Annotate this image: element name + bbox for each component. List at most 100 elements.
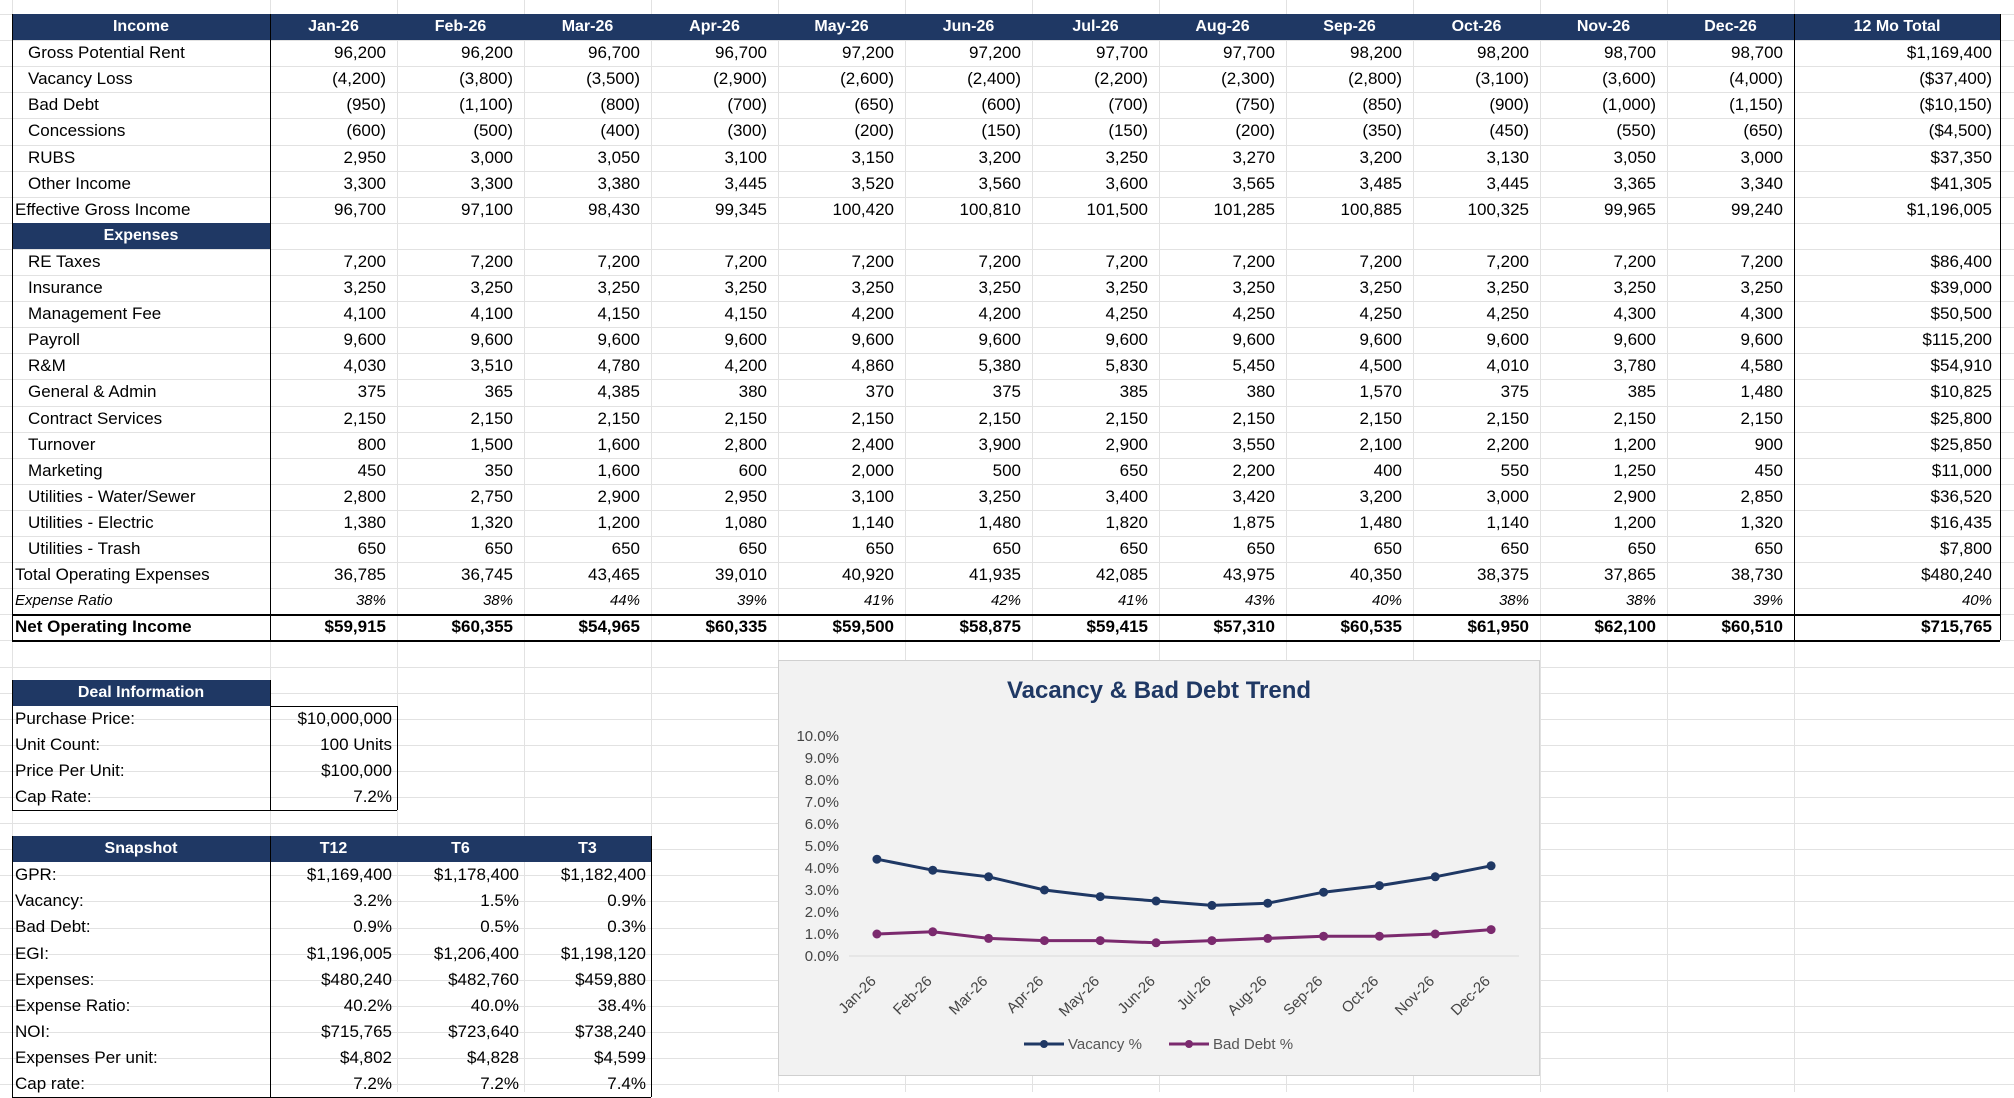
income-row-cell[interactable]: (200) — [1159, 118, 1286, 144]
income-row-cell[interactable]: 99,345 — [651, 197, 778, 223]
noi-row-cell[interactable]: $61,950 — [1413, 614, 1540, 640]
expense-ratio-row-total[interactable]: 40% — [1794, 588, 2000, 614]
expense-row-cell[interactable]: 1,320 — [397, 510, 524, 536]
expense-row-cell[interactable]: 1,500 — [397, 432, 524, 458]
expense-row-cell[interactable]: 2,750 — [397, 484, 524, 510]
expense-row-cell[interactable]: 650 — [1032, 458, 1159, 484]
income-row-cell[interactable]: (1,100) — [397, 92, 524, 118]
income-row-cell[interactable]: (950) — [270, 92, 397, 118]
income-row-cell[interactable]: 97,200 — [778, 40, 905, 66]
income-row-cell[interactable]: (150) — [905, 118, 1032, 144]
income-row-cell[interactable]: (850) — [1286, 92, 1413, 118]
expense-row-cell[interactable]: 9,600 — [1286, 327, 1413, 353]
income-row-cell[interactable]: (4,200) — [270, 66, 397, 92]
expense-row-cell[interactable]: 4,150 — [651, 301, 778, 327]
expense-row-cell[interactable]: 500 — [905, 458, 1032, 484]
expense-row-cell[interactable]: 1,140 — [778, 510, 905, 536]
expense-row-cell[interactable]: 43,975 — [1159, 562, 1286, 588]
expense-row-cell[interactable]: 3,250 — [1540, 275, 1667, 301]
expense-row-cell[interactable]: 1,200 — [1540, 432, 1667, 458]
noi-row-cell[interactable]: $60,335 — [651, 614, 778, 640]
expense-row-cell[interactable]: 3,400 — [1032, 484, 1159, 510]
expense-row-cell[interactable]: 1,200 — [1540, 510, 1667, 536]
expense-ratio-row-cell[interactable]: 39% — [1667, 588, 1794, 614]
expense-row-total[interactable]: $39,000 — [1794, 275, 2000, 301]
snapshot-value[interactable]: 0.9% — [270, 914, 397, 940]
expense-row-total[interactable]: $36,520 — [1794, 484, 2000, 510]
expense-row-cell[interactable]: 650 — [1032, 536, 1159, 562]
expense-row-cell[interactable]: 4,860 — [778, 353, 905, 379]
snapshot-value[interactable]: $1,198,120 — [524, 941, 651, 967]
expense-row-total[interactable]: $50,500 — [1794, 301, 2000, 327]
income-row-cell[interactable]: (800) — [524, 92, 651, 118]
income-row-cell[interactable]: (400) — [524, 118, 651, 144]
expense-row-cell[interactable]: 450 — [1667, 458, 1794, 484]
snapshot-value[interactable]: $738,240 — [524, 1019, 651, 1045]
expense-row-cell[interactable]: 365 — [397, 379, 524, 405]
expense-row-cell[interactable]: 450 — [270, 458, 397, 484]
expense-row-total[interactable]: $25,850 — [1794, 432, 2000, 458]
snapshot-value[interactable]: $480,240 — [270, 967, 397, 993]
expense-row-cell[interactable]: 3,250 — [270, 275, 397, 301]
expense-row-cell[interactable]: 9,600 — [1667, 327, 1794, 353]
expense-row-cell[interactable]: 2,150 — [1540, 406, 1667, 432]
income-row-cell[interactable]: 3,560 — [905, 171, 1032, 197]
income-row-total[interactable]: $37,350 — [1794, 145, 2000, 171]
snapshot-value[interactable]: 1.5% — [397, 888, 524, 914]
snapshot-value[interactable]: $482,760 — [397, 967, 524, 993]
income-row-cell[interactable]: 100,810 — [905, 197, 1032, 223]
expense-row-cell[interactable]: 3,250 — [1667, 275, 1794, 301]
snapshot-value[interactable]: 38.4% — [524, 993, 651, 1019]
expense-row-cell[interactable]: 4,100 — [397, 301, 524, 327]
expense-row-cell[interactable]: 41,935 — [905, 562, 1032, 588]
expense-row-cell[interactable]: 2,150 — [524, 406, 651, 432]
expense-row-cell[interactable]: 3,250 — [905, 275, 1032, 301]
expense-row-cell[interactable]: 375 — [270, 379, 397, 405]
expense-row-cell[interactable]: 9,600 — [1032, 327, 1159, 353]
income-row-total[interactable]: $1,169,400 — [1794, 40, 2000, 66]
expense-row-cell[interactable]: 9,600 — [1413, 327, 1540, 353]
income-row-cell[interactable]: (750) — [1159, 92, 1286, 118]
snapshot-value[interactable]: $4,802 — [270, 1045, 397, 1071]
income-row-cell[interactable]: 3,445 — [1413, 171, 1540, 197]
income-row-cell[interactable]: 98,700 — [1540, 40, 1667, 66]
expense-row-cell[interactable]: 2,150 — [1159, 406, 1286, 432]
expense-row-cell[interactable]: 7,200 — [778, 249, 905, 275]
expense-row-cell[interactable]: 2,150 — [397, 406, 524, 432]
expense-ratio-row-cell[interactable]: 41% — [778, 588, 905, 614]
expense-row-total[interactable]: $7,800 — [1794, 536, 2000, 562]
income-row-cell[interactable]: 2,950 — [270, 145, 397, 171]
income-row-cell[interactable]: 3,565 — [1159, 171, 1286, 197]
expense-row-cell[interactable]: 4,500 — [1286, 353, 1413, 379]
income-row-cell[interactable]: (2,600) — [778, 66, 905, 92]
expense-row-cell[interactable]: 3,550 — [1159, 432, 1286, 458]
expense-row-cell[interactable]: 2,000 — [778, 458, 905, 484]
income-row-cell[interactable]: 3,200 — [905, 145, 1032, 171]
expense-row-total[interactable]: $115,200 — [1794, 327, 2000, 353]
noi-row-cell[interactable]: $58,875 — [905, 614, 1032, 640]
expense-row-cell[interactable]: 2,900 — [1032, 432, 1159, 458]
expense-row-cell[interactable]: 385 — [1032, 379, 1159, 405]
income-row-cell[interactable]: (350) — [1286, 118, 1413, 144]
income-row-cell[interactable]: (300) — [651, 118, 778, 144]
expense-ratio-row-cell[interactable]: 41% — [1032, 588, 1159, 614]
income-row-cell[interactable]: (600) — [270, 118, 397, 144]
expense-row-cell[interactable]: 3,250 — [651, 275, 778, 301]
expense-row-cell[interactable]: 3,200 — [1286, 484, 1413, 510]
income-row-cell[interactable]: (2,800) — [1286, 66, 1413, 92]
deal-info-value[interactable]: $100,000 — [270, 758, 397, 784]
expense-ratio-row-cell[interactable]: 38% — [1540, 588, 1667, 614]
expense-ratio-row-cell[interactable]: 38% — [1413, 588, 1540, 614]
income-row-cell[interactable]: 98,700 — [1667, 40, 1794, 66]
expense-row-cell[interactable]: 42,085 — [1032, 562, 1159, 588]
expense-row-cell[interactable]: 7,200 — [1667, 249, 1794, 275]
expense-row-cell[interactable]: 650 — [1159, 536, 1286, 562]
deal-info-value[interactable]: $10,000,000 — [270, 706, 397, 732]
expense-row-cell[interactable]: 2,150 — [270, 406, 397, 432]
expense-row-cell[interactable]: 9,600 — [270, 327, 397, 353]
expense-row-cell[interactable]: 4,780 — [524, 353, 651, 379]
expense-row-cell[interactable]: 4,100 — [270, 301, 397, 327]
expense-row-cell[interactable]: 4,250 — [1413, 301, 1540, 327]
expense-row-cell[interactable]: 2,100 — [1286, 432, 1413, 458]
expense-row-cell[interactable]: 3,100 — [778, 484, 905, 510]
